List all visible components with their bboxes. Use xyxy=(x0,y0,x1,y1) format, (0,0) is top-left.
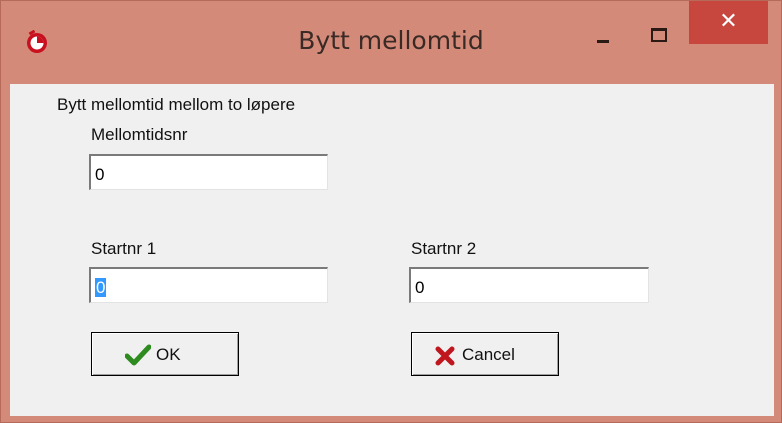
start1-field[interactable]: 0 xyxy=(89,267,328,303)
cross-icon xyxy=(435,346,455,366)
split-number-label: Mellomtidsnr xyxy=(91,125,188,144)
cancel-button-label: Cancel xyxy=(462,345,515,364)
cancel-button[interactable]: Cancel xyxy=(411,332,559,376)
checkmark-icon xyxy=(125,344,151,366)
ok-button[interactable]: OK xyxy=(91,332,239,376)
start2-field[interactable]: 0 xyxy=(409,267,649,303)
ok-button-label: OK xyxy=(156,345,181,364)
split-number-field[interactable]: 0 xyxy=(89,154,328,190)
start1-label: Startnr 1 xyxy=(91,239,157,258)
start2-label: Startnr 2 xyxy=(411,239,477,258)
close-button[interactable]: ✕ xyxy=(689,1,768,44)
split-number-value: 0 xyxy=(95,165,105,184)
start2-value: 0 xyxy=(415,278,425,297)
minimize-button[interactable] xyxy=(581,19,625,49)
dialog-window: Bytt mellomtid ✕ Bytt mellomtid mellom t… xyxy=(0,0,782,423)
dialog-body: Bytt mellomtid mellom to løpere Mellomti… xyxy=(10,84,774,416)
start1-value: 0 xyxy=(95,278,107,297)
maximize-button[interactable] xyxy=(635,19,679,49)
form-heading: Bytt mellomtid mellom to løpere xyxy=(57,95,296,114)
title-bar[interactable]: Bytt mellomtid ✕ xyxy=(1,1,781,84)
